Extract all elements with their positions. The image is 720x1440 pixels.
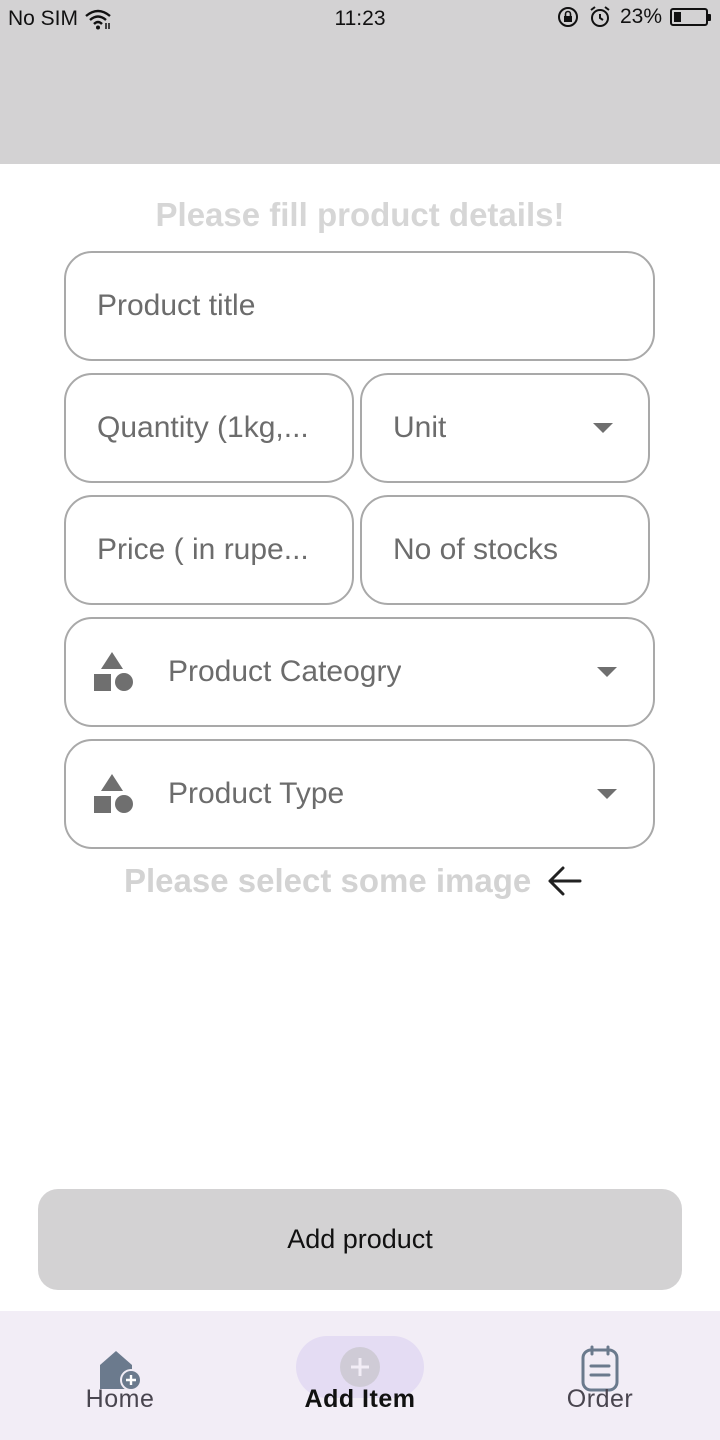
image-hint-text: Please select some image [124, 862, 532, 899]
battery-level [674, 12, 681, 22]
add-product-button[interactable]: Add product [38, 1189, 682, 1290]
nav-label-order: Order [566, 1385, 634, 1413]
product-title-input[interactable]: Product title [64, 251, 655, 361]
chevron-down-icon [593, 423, 613, 433]
shapes-icon [94, 652, 133, 691]
unit-label: Unit [393, 411, 447, 444]
battery-icon [670, 8, 711, 26]
quantity-placeholder: Quantity (1kg,... [97, 411, 309, 444]
chevron-down-icon [597, 789, 617, 799]
nav-label-home: Home [85, 1385, 155, 1413]
category-label: Product Cateogry [168, 655, 402, 688]
product-title-placeholder: Product title [97, 289, 256, 322]
category-dropdown[interactable]: Product Cateogry [64, 617, 655, 727]
rotation-lock-icon [557, 7, 578, 27]
nav-item-add[interactable]: Add Item [240, 1311, 480, 1440]
form-heading: Please fill product details! [155, 196, 565, 233]
status-bar: No SIM 11:23 23% [0, 0, 720, 38]
price-placeholder: Price ( in rupe... [97, 533, 309, 566]
bottom-nav: Home Add Item Order [0, 1311, 720, 1440]
image-hint: Please select some image [124, 862, 583, 900]
stocks-input[interactable]: No of stocks [360, 495, 650, 605]
quantity-input[interactable]: Quantity (1kg,... [64, 373, 354, 483]
nav-label-add: Add Item [304, 1385, 416, 1413]
status-right: 23% [556, 5, 711, 29]
stocks-placeholder: No of stocks [393, 533, 559, 566]
nav-item-order[interactable]: Order [480, 1311, 720, 1440]
nav-item-home[interactable]: Home [0, 1311, 240, 1440]
type-dropdown[interactable]: Product Type [64, 739, 655, 849]
price-input[interactable]: Price ( in rupe... [64, 495, 354, 605]
chevron-down-icon [597, 667, 617, 677]
alarm-icon [590, 6, 610, 27]
arrow-left-icon[interactable] [545, 862, 583, 900]
battery-percent: 23% [619, 5, 662, 28]
type-label: Product Type [168, 777, 345, 810]
shapes-icon [94, 774, 133, 813]
unit-dropdown[interactable]: Unit [360, 373, 650, 483]
